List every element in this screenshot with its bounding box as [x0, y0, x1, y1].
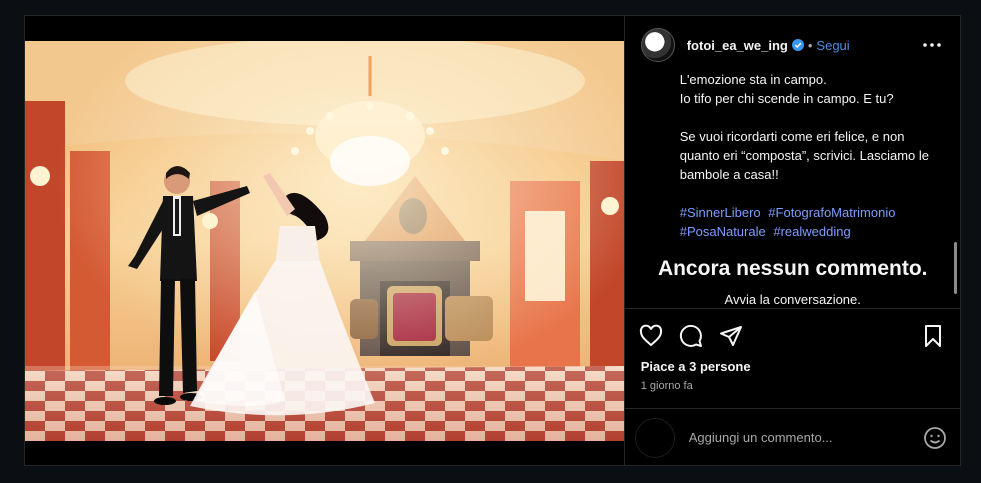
post-modal: fotoi_ea_we_ing • Segui L'emozione sta i…: [24, 15, 961, 466]
no-comments-subtitle: Avvia la conversazione.: [724, 292, 861, 307]
heart-icon[interactable]: [639, 324, 663, 348]
caption-line-2: Io tifo per chi scende in campo. E tu?: [679, 91, 894, 106]
comment-input[interactable]: [686, 429, 923, 446]
hashtag-link[interactable]: #realwedding: [773, 224, 850, 239]
wedding-dance-photo: [25, 41, 624, 441]
post-timestamp[interactable]: 1 giorno fa: [625, 374, 961, 392]
caption-paragraph-2: Se vuoi ricordarti come eri felice, e no…: [679, 129, 929, 182]
caption-line-1: L'emozione sta in campo.: [679, 74, 827, 87]
hashtag-link[interactable]: #SinnerLibero: [680, 205, 761, 220]
comment-icon[interactable]: [679, 324, 703, 348]
bookmark-icon[interactable]: [921, 324, 945, 348]
user-avatar[interactable]: [640, 28, 675, 62]
action-bar: [625, 309, 961, 349]
no-comments-title: Ancora nessun commento.: [657, 257, 928, 280]
post-media[interactable]: [25, 16, 624, 465]
post-actions-area: Piace a 3 persone 1 giorno fa: [624, 308, 961, 392]
verified-badge-icon: [791, 39, 804, 51]
comment-bar: [624, 408, 961, 466]
more-options-icon[interactable]: [920, 33, 944, 57]
separator-dot: •: [807, 37, 813, 53]
hashtag-list: #SinnerLibero #FotografoMatrimonio #Posa…: [680, 203, 944, 241]
username-link[interactable]: fotoi_ea_we_ing: [687, 38, 788, 53]
emoji-icon[interactable]: [923, 426, 947, 450]
hashtag-link[interactable]: #FotografoMatrimonio: [768, 205, 895, 220]
follow-button[interactable]: Segui: [816, 38, 849, 53]
hashtag-link[interactable]: #PosaNaturale: [680, 224, 766, 239]
likes-count[interactable]: Piace a 3 persone: [625, 349, 961, 374]
share-icon[interactable]: [719, 324, 743, 348]
post-side-panel: fotoi_ea_we_ing • Segui L'emozione sta i…: [623, 16, 961, 466]
current-user-avatar: [634, 417, 675, 458]
post-header: fotoi_ea_we_ing • Segui: [625, 16, 960, 74]
